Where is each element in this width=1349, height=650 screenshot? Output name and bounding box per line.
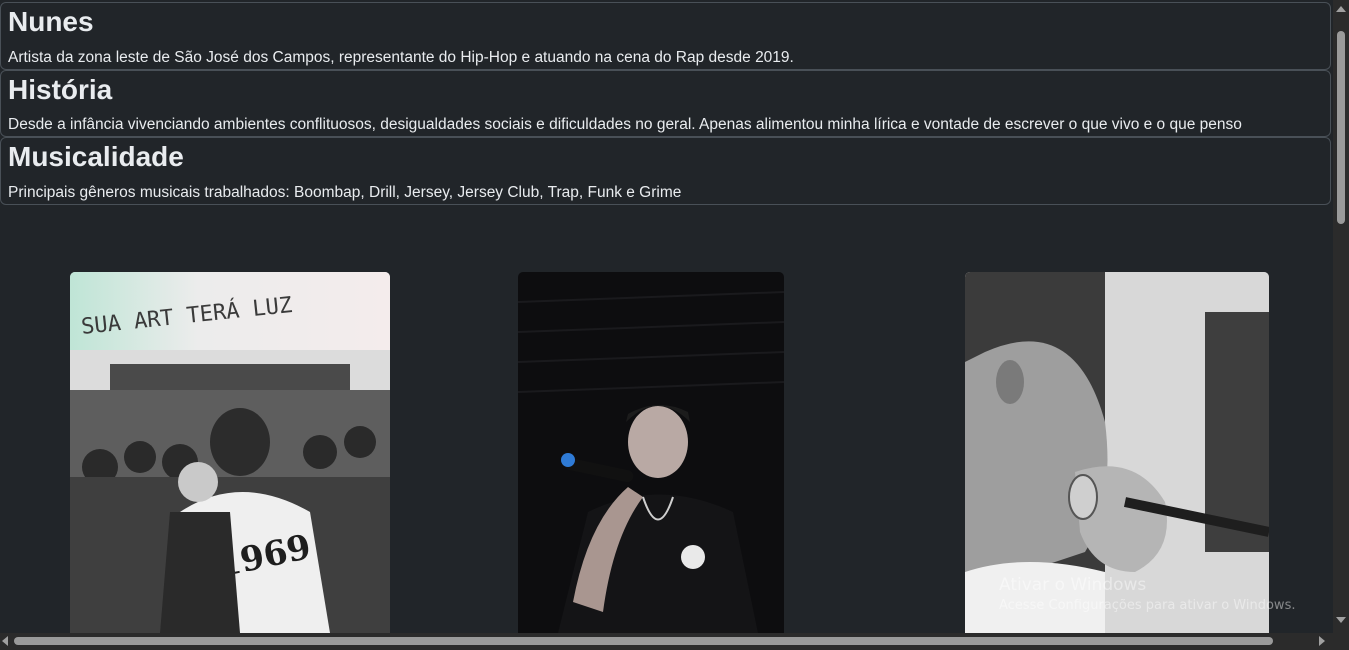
microphone-performer-photo	[518, 272, 784, 633]
crowd-performance-photo: SUA ART TERÁ LUZ 1969	[70, 272, 390, 633]
horizontal-scroll-thumb[interactable]	[14, 637, 1273, 645]
section-historia: História Desde a infância vivenciando am…	[0, 70, 1331, 137]
horizontal-scrollbar[interactable]	[0, 633, 1333, 650]
mic-closeup-photo	[965, 272, 1269, 633]
section-musicalidade: Musicalidade Principais gêneros musicais…	[0, 137, 1331, 205]
scroll-left-arrow-icon[interactable]	[2, 636, 8, 646]
scroll-down-arrow-icon[interactable]	[1336, 617, 1346, 623]
vertical-scrollbar[interactable]	[1333, 0, 1349, 633]
section-text: Desde a infância vivenciando ambientes c…	[8, 116, 1242, 133]
section-title: Musicalidade	[8, 141, 184, 172]
scroll-right-arrow-icon[interactable]	[1319, 636, 1325, 646]
section-nunes: Nunes Artista da zona leste de São José …	[0, 2, 1331, 70]
section-text: Artista da zona leste de São José dos Ca…	[8, 49, 794, 66]
section-text: Principais gêneros musicais trabalhados:…	[8, 184, 682, 201]
scrollbar-corner	[1333, 633, 1349, 650]
section-title: Nunes	[8, 6, 94, 37]
vertical-scroll-thumb[interactable]	[1337, 31, 1345, 224]
section-title: História	[8, 74, 113, 105]
scroll-up-arrow-icon[interactable]	[1336, 6, 1346, 12]
page-viewport: Nunes Artista da zona leste de São José …	[0, 0, 1333, 633]
